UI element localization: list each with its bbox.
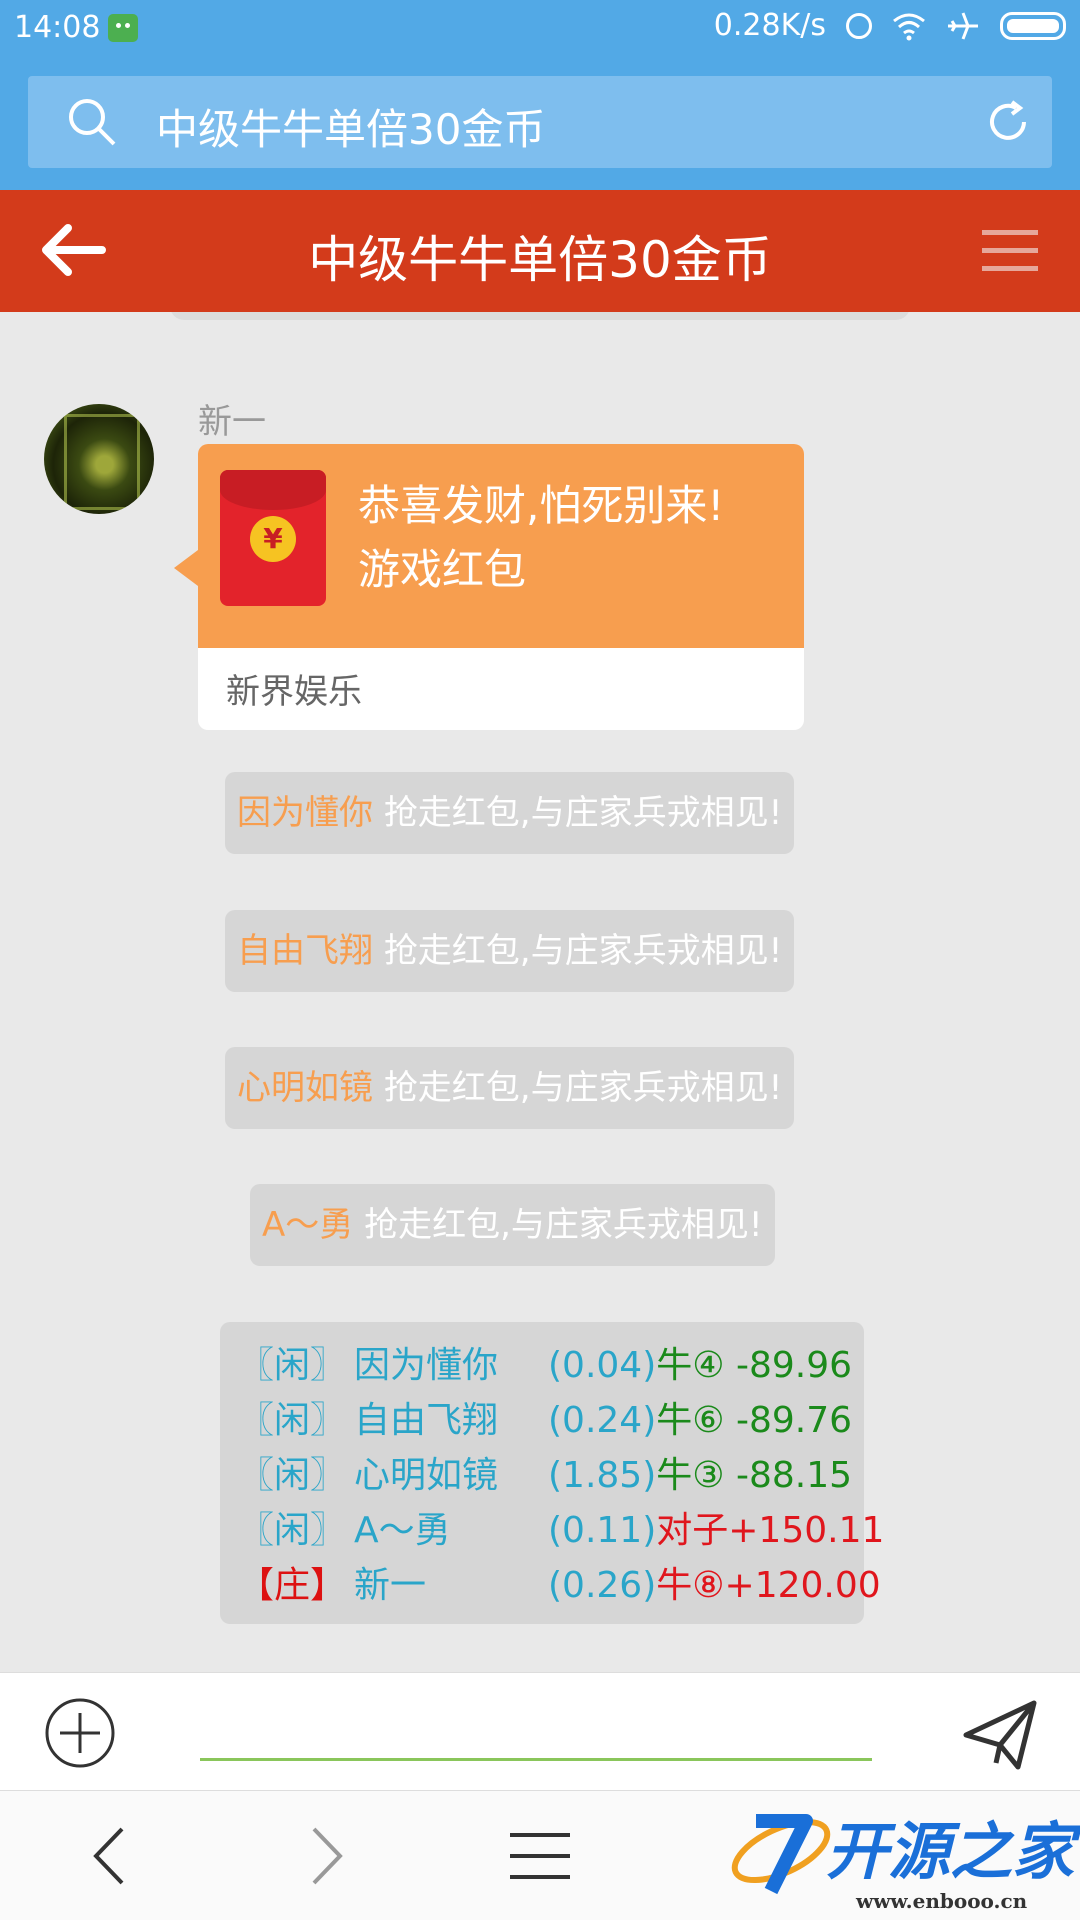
menu-icon[interactable] — [982, 230, 1038, 272]
result-name: 新一 — [354, 1565, 427, 1606]
battery-icon — [1000, 11, 1066, 40]
send-icon[interactable] — [960, 1695, 1040, 1775]
android-icon — [108, 14, 138, 42]
system-message-user: 因为懂你 — [237, 793, 373, 833]
system-message-user: 自由飞翔 — [237, 931, 373, 971]
result-amount: (0.26) — [548, 1565, 657, 1606]
system-message-user: A～勇 — [262, 1205, 354, 1245]
url-bar[interactable]: 中级牛牛单倍30金币 — [28, 76, 1052, 168]
nav-forward-icon[interactable] — [302, 1821, 352, 1891]
red-packet-title-line2: 游戏红包 — [358, 545, 527, 594]
browser-url-area: 中级牛牛单倍30金币 — [0, 58, 1080, 190]
result-name: 自由飞翔 — [354, 1400, 499, 1441]
coin-icon: ¥ — [250, 516, 296, 562]
watermark-text: 开源之家 — [826, 1815, 1075, 1888]
result-row: 〖闲〗 心明如镜 (1.85)牛③ -88.15 — [238, 1448, 852, 1503]
result-value: (0.11)对子+150.11 — [548, 1503, 884, 1558]
result-value: (0.24)牛⑥ -89.76 — [548, 1393, 852, 1448]
result-role: 〖闲〗 — [238, 1510, 347, 1551]
result-hand: 牛③ -88.15 — [656, 1455, 853, 1496]
status-right-group: 0.28K/s — [714, 8, 1066, 43]
red-packet-message[interactable]: ¥ 恭喜发财,怕死别来! 游戏红包 新界娱乐 — [198, 444, 804, 730]
result-amount: (0.24) — [548, 1400, 657, 1441]
system-message-text: 抢走红包,与庄家兵戎相见! — [383, 1068, 783, 1108]
status-time: 14:08 — [14, 10, 101, 45]
system-message-text: 抢走红包,与庄家兵戎相见! — [383, 793, 783, 833]
result-role: 〖闲〗 — [238, 1455, 347, 1496]
message-input-bar — [0, 1672, 1080, 1790]
result-role: 〖闲〗 — [238, 1345, 347, 1386]
result-hand: 牛④ -89.96 — [656, 1345, 853, 1386]
result-hand: 对子+150.11 — [656, 1510, 885, 1551]
bubble-tail — [174, 550, 198, 586]
result-hand: 牛⑧+120.00 — [656, 1565, 881, 1606]
sender-name: 新一 — [198, 402, 266, 442]
avatar[interactable] — [44, 404, 154, 514]
page-title: 中级牛牛单倍30金币 — [308, 231, 772, 289]
result-amount: (1.85) — [548, 1455, 657, 1496]
browser-bottom-bar: 开源之家 www.enbooo.cn — [0, 1790, 1080, 1920]
red-packet-title-line1: 恭喜发财,怕死别来! — [358, 481, 725, 530]
watermark-url: www.enbooo.cn — [856, 1889, 1028, 1913]
result-name: A～勇 — [354, 1510, 451, 1551]
result-row: 〖闲〗 A～勇 (0.11)对子+150.11 — [238, 1503, 884, 1558]
network-speed: 0.28K/s — [713, 8, 826, 43]
result-row: 【庄】 新一 (0.26)牛⑧+120.00 — [238, 1558, 881, 1613]
system-message-text: 抢走红包,与庄家兵戎相见! — [364, 1205, 763, 1245]
nav-back-icon[interactable] — [84, 1821, 134, 1891]
result-value: (1.85)牛③ -88.15 — [548, 1448, 852, 1503]
system-message: 因为懂你 抢走红包,与庄家兵戎相见! — [225, 772, 795, 854]
search-icon[interactable] — [66, 96, 118, 148]
plus-icon[interactable] — [44, 1697, 116, 1769]
status-bar: 14:08 0.28K/s — [0, 0, 1080, 58]
red-packet-title: 恭喜发财,怕死别来! 游戏红包 — [358, 474, 724, 602]
result-name: 因为懂你 — [354, 1345, 499, 1386]
system-message: A～勇 抢走红包,与庄家兵戎相见! — [250, 1184, 775, 1266]
watermark-logo-icon — [731, 1814, 831, 1895]
result-row: 〖闲〗 自由飞翔 (0.24)牛⑥ -89.76 — [238, 1393, 852, 1448]
url-text[interactable]: 中级牛牛单倍30金币 — [156, 96, 545, 157]
previous-message-edge — [170, 312, 910, 320]
system-message: 心明如镜 抢走红包,与庄家兵戎相见! — [225, 1047, 795, 1129]
red-envelope-icon: ¥ — [220, 470, 326, 606]
result-amount: (0.04) — [548, 1345, 657, 1386]
wifi-icon — [893, 13, 925, 40]
result-value: (0.04)牛④ -89.96 — [548, 1338, 852, 1393]
red-packet-header: ¥ 恭喜发财,怕死别来! 游戏红包 — [198, 444, 804, 648]
refresh-icon[interactable] — [984, 98, 1032, 146]
airplane-icon — [948, 11, 978, 40]
nav-menu-icon[interactable] — [508, 1829, 572, 1883]
game-result-table: 〖闲〗 因为懂你 (0.04)牛④ -89.96 〖闲〗 自由飞翔 (0.24)… — [220, 1322, 884, 1624]
system-message-text: 抢走红包,与庄家兵戎相见! — [383, 931, 783, 971]
alarm-icon — [846, 12, 872, 39]
result-row: 〖闲〗 因为懂你 (0.04)牛④ -89.96 — [238, 1338, 852, 1393]
result-role: 〖闲〗 — [238, 1400, 347, 1441]
app-header: 中级牛牛单倍30金币 — [0, 190, 1080, 312]
message-input[interactable] — [200, 1703, 872, 1761]
result-amount: (0.11) — [548, 1510, 657, 1551]
result-role: 【庄】 — [238, 1565, 347, 1606]
chat-area[interactable]: 新一 ¥ 恭喜发财,怕死别来! 游戏红包 新界娱乐 因为懂你 抢走红包,与庄家兵… — [0, 312, 1080, 1672]
result-name: 心明如镜 — [354, 1455, 499, 1496]
result-hand: 牛⑥ -89.76 — [656, 1400, 853, 1441]
result-value: (0.26)牛⑧+120.00 — [548, 1558, 881, 1613]
system-message: 自由飞翔 抢走红包,与庄家兵戎相见! — [225, 910, 795, 992]
watermark: 开源之家 www.enbooo.cn — [726, 1793, 1080, 1920]
system-message-user: 心明如镜 — [237, 1068, 373, 1108]
red-packet-footer: 新界娱乐 — [226, 672, 362, 712]
